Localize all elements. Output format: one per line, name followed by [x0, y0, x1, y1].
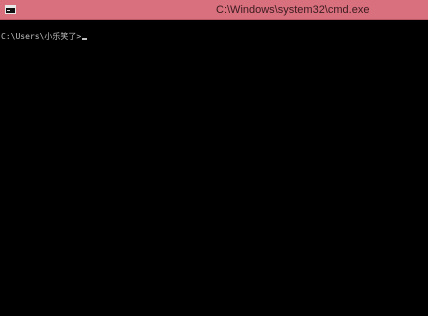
text-cursor: [82, 38, 88, 40]
prompt-text: C:\Users\小乐笑了>: [1, 32, 82, 41]
console-icon[interactable]: [5, 5, 16, 14]
title-bar[interactable]: C:\Windows\system32\cmd.exe: [0, 0, 428, 20]
console-output[interactable]: C:\Users\小乐笑了>: [0, 21, 428, 316]
prompt-line: C:\Users\小乐笑了>: [1, 32, 88, 42]
cmd-window: C:\Windows\system32\cmd.exe C:\Users\小乐笑…: [0, 0, 428, 316]
window-title: C:\Windows\system32\cmd.exe: [216, 4, 370, 16]
